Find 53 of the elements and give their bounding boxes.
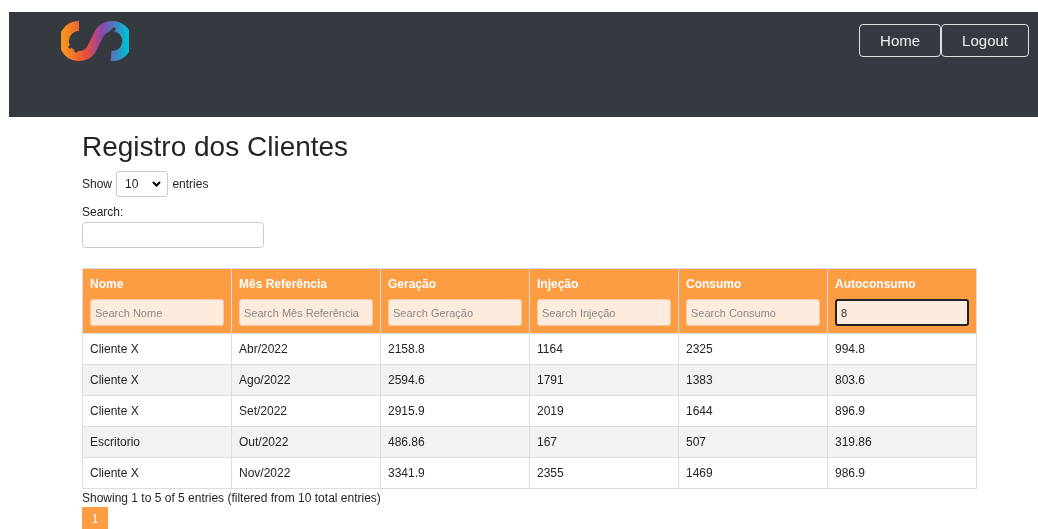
table-cell: 486.86	[380, 426, 530, 458]
table-cell: 2158.8	[380, 333, 530, 365]
table-cell: 2019	[529, 395, 679, 427]
table-cell: Set/2022	[231, 395, 381, 427]
table-cell: 986.9	[827, 457, 977, 489]
column-search-field[interactable]: Search Consumo	[686, 299, 820, 326]
table-cell: 896.9	[827, 395, 977, 427]
table-cell: 1164	[529, 333, 679, 365]
table-cell: Abr/2022	[231, 333, 381, 365]
plug-logo-icon	[61, 20, 129, 62]
entries-select[interactable]: 10	[116, 171, 169, 197]
table-cell: 2915.9	[380, 395, 530, 427]
table-info: Showing 1 to 5 of 5 entries (filtered from 10 total entries)	[82, 491, 382, 505]
table-cell: 167	[529, 426, 679, 458]
column-label: Consumo	[686, 277, 743, 291]
table-cell: 803.6	[827, 364, 977, 396]
column-search-field[interactable]: Search Nome	[90, 299, 224, 326]
table-cell: Nov/2022	[231, 457, 381, 489]
table-cell: Cliente X	[82, 333, 232, 365]
column-label: Mês Referência	[239, 277, 329, 291]
table-cell: 507	[678, 426, 828, 458]
table-cell: 1469	[678, 457, 828, 489]
chevron-down-icon	[152, 181, 162, 187]
table-cell: 2355	[529, 457, 679, 489]
table-cell: Cliente X	[82, 364, 232, 396]
column-label: Autoconsumo	[835, 277, 917, 291]
search-label: Search:	[82, 205, 124, 219]
column-search-field[interactable]: Search Geração	[388, 299, 522, 326]
column-label: Geração	[388, 277, 438, 291]
table-cell: 2325	[678, 333, 828, 365]
entries-label: entries	[172, 177, 209, 191]
column-search-field[interactable]: Search Injeção	[537, 299, 671, 326]
nav-button[interactable]: Logout	[941, 24, 1029, 57]
table-cell: 3341.9	[380, 457, 530, 489]
table-cell: 1644	[678, 395, 828, 427]
table-cell: 319.86	[827, 426, 977, 458]
column-search-field[interactable]: 8	[835, 299, 969, 326]
table-cell: 1383	[678, 364, 828, 396]
table-cell: Out/2022	[231, 426, 381, 458]
table-cell: Cliente X	[82, 395, 232, 427]
table-cell: 2594.6	[380, 364, 530, 396]
column-label: Nome	[90, 277, 125, 291]
column-search-field[interactable]: Search Mês Referência	[239, 299, 373, 326]
show-label: Show	[82, 177, 113, 191]
search-field[interactable]	[82, 222, 264, 248]
table-cell: Ago/2022	[231, 364, 381, 396]
table-cell: Escritorio	[82, 426, 232, 458]
column-label: Injeção	[537, 277, 580, 291]
table-cell: Cliente X	[82, 457, 232, 489]
table-cell: 1791	[529, 364, 679, 396]
page-title: Registro dos Clientes	[82, 131, 350, 163]
table-cell: 994.8	[827, 333, 977, 365]
nav-button[interactable]: Home	[859, 24, 942, 57]
